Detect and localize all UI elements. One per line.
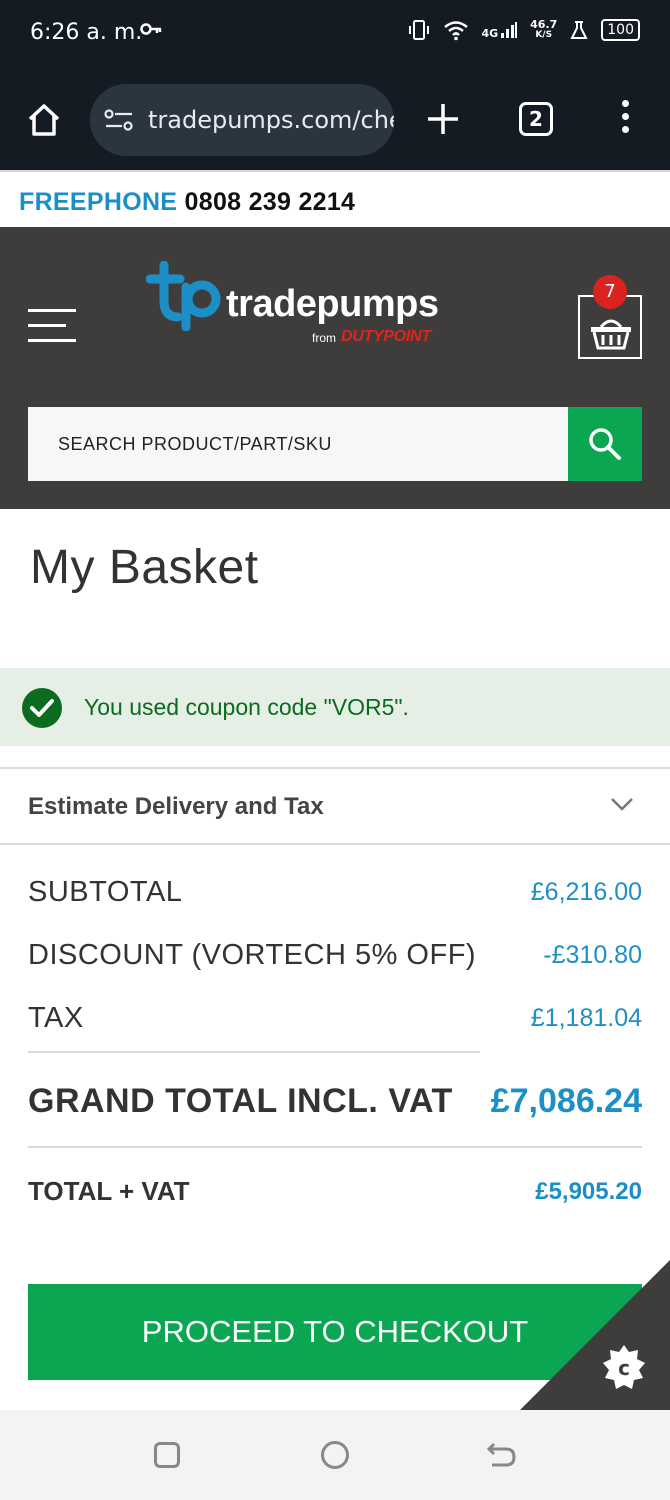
status-icons: 4G 46.7 K/S 100: [407, 18, 640, 42]
coupon-message-text: You used coupon code "VOR5".: [84, 694, 409, 720]
search-button[interactable]: [568, 407, 642, 481]
svg-text:c: c: [618, 1356, 630, 1380]
grand-total-label: GRAND TOTAL INCL. VAT: [28, 1082, 453, 1120]
subtotal-row: SUBTOTAL £6,216.00: [28, 876, 642, 916]
more-vert-icon[interactable]: [615, 100, 635, 140]
estimate-delivery-label: Estimate Delivery and Tax: [28, 793, 324, 820]
key-icon: [140, 22, 162, 41]
status-bar: 6:26 a. m. 4G 46.7 K/S 100: [0, 0, 670, 70]
vibrate-icon: [409, 20, 430, 40]
speed-unit: K/S: [535, 30, 553, 40]
address-bar[interactable]: tradepumps.com/checkout/cart: [90, 84, 394, 156]
site-logo[interactable]: tradepumps from DUTYPOINT: [146, 261, 446, 351]
hamburger-icon[interactable]: [28, 309, 76, 343]
divider: [28, 1146, 642, 1148]
browser-toolbar: tradepumps.com/checkout/cart 2: [0, 70, 670, 170]
chevron-down-icon: [611, 798, 633, 811]
network-type: 4G: [481, 27, 499, 40]
logo-from: from: [312, 331, 336, 345]
battery-icon: 100: [601, 19, 640, 41]
total-vat-value: £5,905.20: [535, 1178, 642, 1205]
home-button[interactable]: [26, 102, 62, 143]
subtotal-label: SUBTOTAL: [28, 876, 183, 908]
discount-value: -£310.80: [543, 941, 642, 969]
tp-logo-mark: [146, 261, 221, 331]
new-tab-button[interactable]: [424, 100, 462, 143]
freephone-banner: FREEPHONE 0808 239 2214: [0, 170, 670, 227]
discount-row: DISCOUNT (VORTECH 5% OFF) -£310.80: [28, 939, 642, 979]
back-icon[interactable]: [486, 1440, 518, 1470]
search-input[interactable]: [28, 407, 568, 481]
coupon-success-message: You used coupon code "VOR5".: [0, 668, 670, 746]
tab-switcher-button[interactable]: 2: [519, 102, 553, 136]
grand-total-value: £7,086.24: [490, 1082, 642, 1120]
speed-value: 46.7: [530, 18, 558, 31]
plus-icon: [428, 104, 458, 134]
freephone-number[interactable]: 0808 239 2214: [185, 188, 356, 216]
speed-indicator: 46.7 K/S: [530, 19, 557, 41]
site-header: tradepumps from DUTYPOINT 7: [0, 227, 670, 509]
subtotal-value: £6,216.00: [530, 878, 642, 906]
home-nav-button[interactable]: [321, 1441, 349, 1469]
signal-icon: 4G: [481, 21, 518, 39]
check-circle-icon: [22, 688, 62, 728]
cookie-settings-button[interactable]: c: [520, 1260, 670, 1410]
search-box: [28, 407, 568, 481]
url-text: tradepumps.com/checkout/cart: [148, 106, 394, 134]
discount-label: DISCOUNT (VORTECH 5% OFF): [28, 939, 477, 971]
logo-brand: DUTYPOINT: [341, 328, 431, 345]
flask-icon: [570, 21, 588, 39]
total-vat-label: TOTAL + VAT: [28, 1176, 190, 1206]
basket-icon: [591, 319, 631, 350]
wifi-icon: [444, 21, 469, 41]
tax-row: TAX £1,181.04: [28, 1002, 642, 1042]
status-time: 6:26 a. m.: [30, 20, 143, 45]
logo-wordmark: tradepumps: [226, 283, 439, 325]
search-icon: [589, 428, 621, 460]
tax-value: £1,181.04: [530, 1004, 642, 1032]
system-navigation-bar: [0, 1410, 670, 1500]
divider: [28, 1051, 480, 1053]
estimate-delivery-toggle[interactable]: Estimate Delivery and Tax: [0, 767, 670, 845]
tune-icon[interactable]: [104, 108, 134, 137]
tax-label: TAX: [28, 1002, 84, 1034]
recents-button[interactable]: [154, 1442, 180, 1468]
basket-button[interactable]: 7: [578, 275, 642, 359]
basket-count-badge: 7: [593, 275, 627, 309]
freephone-label: FREEPHONE: [19, 188, 178, 216]
home-icon: [28, 104, 60, 136]
page-title: My Basket: [30, 541, 259, 594]
